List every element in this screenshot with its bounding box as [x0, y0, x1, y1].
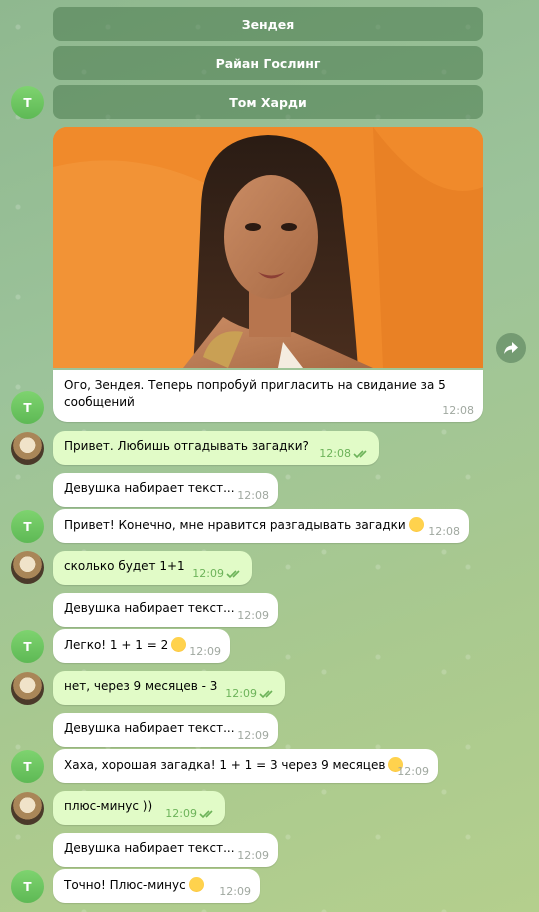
user-avatar[interactable]: [11, 792, 44, 825]
message-user[interactable]: нет, через 9 месяцев - 3 12:09: [53, 671, 285, 705]
message-text: Хаха, хорошая загадка! 1 + 1 = 3 через 9…: [64, 757, 404, 772]
message-bot-typing[interactable]: Девушка набирает текст... 12:09: [53, 593, 278, 627]
message-time: 12:09: [237, 609, 269, 622]
bot-avatar[interactable]: T: [11, 86, 44, 119]
message-text: нет, через 9 месяцев - 3: [64, 679, 218, 693]
message-user[interactable]: сколько будет 1+1 12:09: [53, 551, 252, 585]
bot-avatar[interactable]: T: [11, 510, 44, 543]
bot-avatar[interactable]: T: [11, 391, 44, 424]
winking-emoji-icon: [171, 637, 187, 652]
message-text-content: Хаха, хорошая загадка! 1 + 1 = 3 через 9…: [64, 758, 386, 772]
user-avatar[interactable]: [11, 672, 44, 705]
message-time: 12:09: [397, 765, 429, 778]
message-time: 12:09: [165, 807, 197, 820]
message-time: 12:09: [219, 885, 251, 898]
message-text: Ого, Зендея. Теперь попробуй пригласить …: [64, 378, 446, 409]
message-user[interactable]: Привет. Любишь отгадывать загадки? 12:08: [53, 431, 379, 465]
message-bot[interactable]: Легко! 1 + 1 = 2 12:09: [53, 629, 230, 663]
message-time: 12:08: [237, 489, 269, 502]
message-time: 12:08: [428, 525, 460, 538]
keyboard-button-tom-hardy[interactable]: Том Харди: [53, 85, 483, 119]
message-bot-caption[interactable]: Ого, Зендея. Теперь попробуй пригласить …: [53, 370, 483, 422]
bot-avatar[interactable]: T: [11, 750, 44, 783]
message-time: 12:09: [237, 849, 269, 862]
message-text-content: Привет! Конечно, мне нравится разгадыват…: [64, 518, 406, 532]
message-text: Точно! Плюс-минус: [64, 877, 204, 892]
portrait-image: [53, 127, 483, 368]
message-bot-typing[interactable]: Девушка набирает текст... 12:08: [53, 473, 278, 507]
message-bot-typing[interactable]: Девушка набирает текст... 12:09: [53, 833, 278, 867]
double-check-icon: [199, 810, 213, 819]
message-time: 12:09: [225, 687, 257, 700]
message-user[interactable]: плюс-минус )) 12:09: [53, 791, 225, 825]
double-check-icon: [259, 690, 273, 699]
message-bot-typing[interactable]: Девушка набирает текст... 12:09: [53, 713, 278, 747]
message-text-content: Легко! 1 + 1 = 2: [64, 638, 169, 652]
message-text: плюс-минус )): [64, 799, 153, 813]
message-photo[interactable]: [53, 127, 483, 368]
message-text: Девушка набирает текст...: [64, 601, 235, 615]
user-avatar[interactable]: [11, 551, 44, 584]
message-bot[interactable]: Хаха, хорошая загадка! 1 + 1 = 3 через 9…: [53, 749, 438, 783]
message-time: 12:08: [442, 404, 474, 417]
message-bot[interactable]: Привет! Конечно, мне нравится разгадыват…: [53, 509, 469, 543]
message-time: 12:08: [319, 447, 351, 460]
smiling-emoji-icon: [408, 517, 424, 532]
double-check-icon: [226, 570, 240, 579]
keyboard-button-zendaya[interactable]: Зендея: [53, 7, 483, 41]
message-text: Привет! Конечно, мне нравится разгадыват…: [64, 517, 424, 532]
bot-avatar[interactable]: T: [11, 870, 44, 903]
grimacing-emoji-icon: [188, 877, 204, 892]
double-check-icon: [353, 450, 367, 459]
keyboard-button-ryan-gosling[interactable]: Райан Гослинг: [53, 46, 483, 80]
message-text: Девушка набирает текст...: [64, 481, 235, 495]
message-text-content: Точно! Плюс-минус: [64, 878, 186, 892]
message-text: Девушка набирает текст...: [64, 721, 235, 735]
message-time: 12:09: [189, 645, 221, 658]
message-text: сколько будет 1+1: [64, 559, 185, 573]
message-text: Девушка набирает текст...: [64, 841, 235, 855]
user-avatar[interactable]: [11, 432, 44, 465]
share-arrow-icon: [504, 342, 518, 354]
share-button[interactable]: [496, 333, 526, 363]
message-time: 12:09: [237, 729, 269, 742]
message-bot[interactable]: Точно! Плюс-минус 12:09: [53, 869, 260, 903]
message-text: Привет. Любишь отгадывать загадки?: [64, 439, 309, 453]
message-time: 12:09: [192, 567, 224, 580]
bot-avatar[interactable]: T: [11, 630, 44, 663]
message-text: Легко! 1 + 1 = 2: [64, 637, 187, 652]
